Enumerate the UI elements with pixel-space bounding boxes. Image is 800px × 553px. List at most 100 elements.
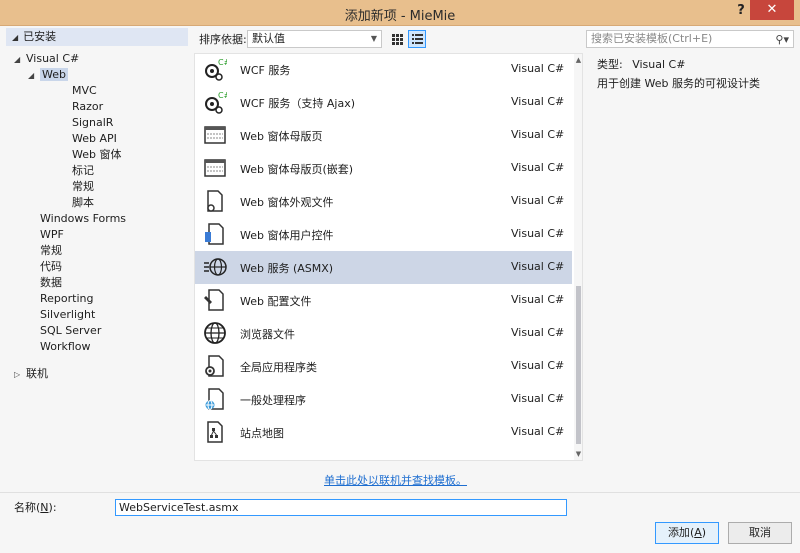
title-bar: 添加新项 - MieMie ? ✕ bbox=[0, 0, 800, 26]
tree-item-label: MVC bbox=[72, 84, 97, 97]
close-button[interactable]: ✕ bbox=[750, 0, 794, 20]
tree-item-online[interactable]: ▷ 联机 bbox=[14, 366, 48, 382]
list-view-button[interactable] bbox=[408, 30, 426, 48]
template-row[interactable]: Web 配置文件 Visual C# bbox=[195, 284, 572, 317]
sitemap-icon bbox=[203, 420, 227, 444]
installed-label: 已安装 bbox=[23, 30, 57, 43]
template-row[interactable]: Web 服务 (ASMX) Visual C# bbox=[195, 251, 572, 284]
template-row[interactable]: 浏览器文件 Visual C# bbox=[195, 317, 572, 350]
template-name: Web 配置文件 bbox=[240, 295, 312, 308]
tree-item[interactable]: SignalR bbox=[60, 115, 113, 131]
global-app-icon bbox=[203, 354, 227, 378]
template-row[interactable]: Web 窗体母版页(嵌套) Visual C# bbox=[195, 152, 572, 185]
template-language: Visual C# bbox=[511, 62, 565, 75]
add-button[interactable]: 添加(A) bbox=[655, 522, 719, 544]
tree-item[interactable]: ◢ Web bbox=[28, 67, 68, 83]
cancel-button[interactable]: 取消 bbox=[728, 522, 792, 544]
template-language: Visual C# bbox=[511, 161, 565, 174]
tree-item[interactable]: 常规 bbox=[28, 243, 62, 259]
expand-arrow-icon[interactable]: ◢ bbox=[28, 68, 40, 84]
tree-item[interactable]: Workflow bbox=[28, 339, 91, 355]
template-row[interactable]: 站点地图 Visual C# bbox=[195, 416, 572, 449]
tree-item[interactable]: 脚本 bbox=[60, 195, 94, 211]
divider bbox=[0, 492, 800, 493]
template-language: Visual C# bbox=[511, 128, 565, 141]
online-templates-link[interactable]: 单击此处以联机并查找模板。 bbox=[324, 472, 467, 488]
window-title: 添加新项 - MieMie bbox=[344, 9, 456, 24]
tree-item[interactable]: Silverlight bbox=[28, 307, 95, 323]
tree-item-label: 脚本 bbox=[72, 196, 94, 209]
tree-item-label: Silverlight bbox=[40, 308, 96, 321]
sort-select-value: 默认值 bbox=[252, 32, 285, 45]
wcf-service-icon: C# bbox=[203, 90, 231, 114]
template-row[interactable]: 全局应用程序类 Visual C# bbox=[195, 350, 572, 383]
tree-item[interactable]: Web API bbox=[60, 131, 117, 147]
tree-item[interactable]: 代码 bbox=[28, 259, 62, 275]
tree-item[interactable]: Web 窗体 bbox=[60, 147, 121, 163]
name-input[interactable]: WebServiceTest.asmx bbox=[115, 499, 567, 516]
tree-item[interactable]: WPF bbox=[28, 227, 64, 243]
template-description: 用于创建 Web 服务的可视设计类 bbox=[597, 77, 760, 90]
template-row[interactable]: Web 窗体外观文件 Visual C# bbox=[195, 185, 572, 218]
template-row[interactable]: Web 窗体母版页 Visual C# bbox=[195, 119, 572, 152]
scrollbar-thumb[interactable] bbox=[576, 286, 581, 444]
template-name: WCF 服务（支持 Ajax) bbox=[240, 97, 356, 110]
tree-item-label: Visual C# bbox=[26, 52, 80, 65]
tree-item[interactable]: Reporting bbox=[28, 291, 93, 307]
medium-icons-view-button[interactable] bbox=[388, 30, 406, 48]
tree-item-label: WPF bbox=[40, 228, 64, 241]
tree-item[interactable]: 常规 bbox=[60, 179, 94, 195]
scroll-up-icon[interactable]: ▲ bbox=[574, 56, 582, 64]
template-row[interactable]: C# WCF 服务（支持 Ajax) Visual C# bbox=[195, 86, 572, 119]
template-name: Web 窗体母版页(嵌套) bbox=[240, 163, 354, 176]
tree-item-label: 常规 bbox=[72, 180, 94, 193]
expand-arrow-icon[interactable]: ◢ bbox=[14, 52, 26, 68]
template-name: Web 窗体外观文件 bbox=[240, 196, 334, 209]
list-scrollbar[interactable]: ▲ ▼ bbox=[574, 54, 582, 460]
tree-item-label: 联机 bbox=[26, 367, 48, 380]
tree-item-label: Workflow bbox=[40, 340, 91, 353]
name-label: 名称(N): bbox=[14, 501, 57, 514]
tree-item[interactable]: Razor bbox=[60, 99, 103, 115]
tree-item-label: Razor bbox=[72, 100, 104, 113]
tree-item[interactable]: Windows Forms bbox=[28, 211, 126, 227]
expand-arrow-icon[interactable]: ▷ bbox=[14, 367, 26, 383]
tree-item-label: Web 窗体 bbox=[72, 148, 122, 161]
tree-item-label: SignalR bbox=[72, 116, 114, 129]
type-value: Visual C# bbox=[632, 58, 686, 71]
template-name: Web 窗体母版页 bbox=[240, 130, 323, 143]
tree-item[interactable]: SQL Server bbox=[28, 323, 101, 339]
template-language: Visual C# bbox=[511, 260, 565, 273]
collapse-arrow-icon: ◢ bbox=[12, 33, 19, 42]
web-service-icon bbox=[203, 255, 227, 279]
tree-item-label: 数据 bbox=[40, 276, 62, 289]
master-page-icon bbox=[203, 123, 227, 147]
list-view-icon bbox=[412, 34, 423, 44]
config-file-icon bbox=[203, 288, 227, 312]
search-icon[interactable]: ⚲▾ bbox=[775, 32, 789, 48]
tree-item[interactable]: MVC bbox=[60, 83, 97, 99]
template-name: 全局应用程序类 bbox=[240, 361, 317, 374]
search-input[interactable]: 搜索已安装模板(Ctrl+E) ⚲▾ bbox=[586, 30, 794, 48]
template-name: 站点地图 bbox=[240, 427, 284, 440]
sort-select[interactable]: 默认值 ▼ bbox=[247, 30, 382, 48]
tree-item[interactable]: 标记 bbox=[60, 163, 94, 179]
template-type: 类型: Visual C# bbox=[597, 58, 793, 72]
tree-item[interactable]: 数据 bbox=[28, 275, 62, 291]
template-language: Visual C# bbox=[511, 227, 565, 240]
search-placeholder: 搜索已安装模板(Ctrl+E) bbox=[591, 32, 713, 45]
template-row[interactable]: 一般处理程序 Visual C# bbox=[195, 383, 572, 416]
tree-item[interactable]: ◢ Visual C# bbox=[14, 51, 79, 67]
help-button[interactable]: ? bbox=[732, 3, 750, 21]
tree-item-label: Web bbox=[40, 68, 68, 81]
svg-text:C#: C# bbox=[218, 91, 227, 100]
template-name: WCF 服务 bbox=[240, 64, 291, 77]
scroll-down-icon[interactable]: ▼ bbox=[574, 450, 582, 458]
template-language: Visual C# bbox=[511, 293, 565, 306]
type-label: 类型: bbox=[597, 58, 623, 71]
user-control-icon bbox=[203, 222, 227, 246]
template-row[interactable]: Web 窗体用户控件 Visual C# bbox=[195, 218, 572, 251]
template-language: Visual C# bbox=[511, 425, 565, 438]
installed-section-header[interactable]: ◢ 已安装 bbox=[6, 28, 188, 46]
template-row[interactable]: C# WCF 服务 Visual C# bbox=[195, 54, 572, 86]
